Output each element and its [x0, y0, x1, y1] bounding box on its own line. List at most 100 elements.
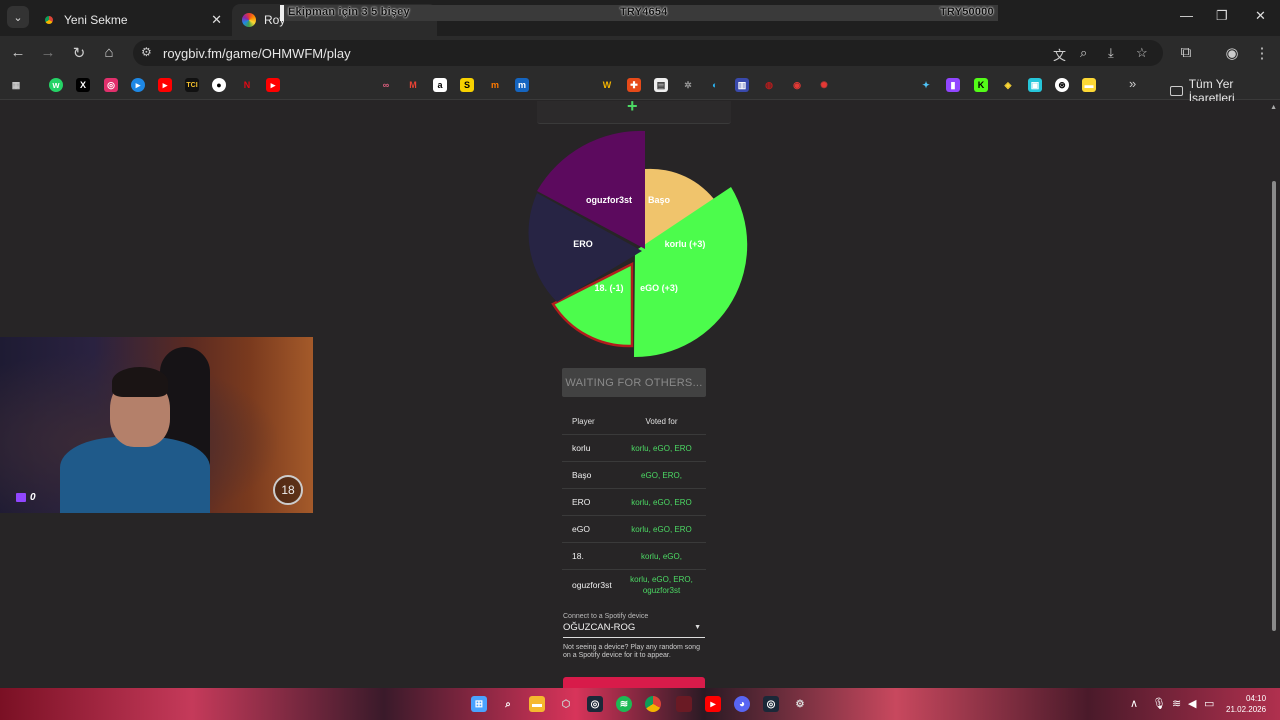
reload-icon[interactable]: ↻ — [69, 44, 89, 62]
play-icon[interactable]: ▸ — [131, 78, 145, 92]
link-icon[interactable]: ∞ — [379, 78, 393, 92]
spotify-device-panel: Connect to a Spotify device OĞUZCAN-ROG … — [563, 613, 705, 660]
header-player: Player — [572, 416, 595, 426]
age-badge: 18 — [273, 475, 303, 505]
viewer-count: 0 — [30, 492, 36, 503]
row-player: Başo — [572, 470, 592, 480]
discord-icon[interactable]: ◕ — [734, 696, 750, 712]
tray-chevron-icon[interactable]: ∧ — [1130, 697, 1138, 710]
tci-icon[interactable]: TCI — [185, 78, 199, 92]
spotify-device-select[interactable]: OĞUZCAN-ROG ▼ — [563, 622, 705, 638]
gear-icon[interactable]: ✲ — [681, 78, 695, 92]
folder-icon — [1170, 86, 1183, 96]
row-player: 18. — [572, 551, 584, 561]
m-icon[interactable]: m — [488, 78, 502, 92]
waiting-for-others-button[interactable]: WAITING FOR OTHERS... — [562, 368, 706, 397]
caret-down-icon: ▼ — [694, 624, 701, 631]
chevron-more-icon[interactable]: » — [1129, 76, 1136, 91]
youtube-icon[interactable]: ▸ — [158, 78, 172, 92]
m-blue-icon[interactable]: m — [515, 78, 529, 92]
steam-icon[interactable]: ◎ — [587, 696, 603, 712]
sparkle-icon[interactable]: ✦ — [919, 78, 933, 92]
row-player: oguzfor3st — [572, 579, 612, 590]
page-scrollbar[interactable] — [1272, 181, 1276, 631]
chrome-icon[interactable] — [645, 696, 661, 712]
twitch-icon[interactable]: ▮ — [946, 78, 960, 92]
streamer-hair — [112, 367, 168, 397]
record-icon[interactable]: ◉ — [790, 78, 804, 92]
votes-table: Player Voted for korlu korlu, eGO, ERO B… — [562, 408, 706, 599]
spotify-icon[interactable]: ≋ — [616, 696, 632, 712]
donation-message: Ekipman için 3 5 bişey — [288, 6, 410, 18]
folder-icon[interactable]: ▬ — [529, 696, 545, 712]
lol-icon[interactable]: ◈ — [1001, 78, 1015, 92]
circle-icon[interactable]: ● — [212, 78, 226, 92]
close-window-icon[interactable]: ✕ — [1255, 8, 1266, 24]
wifi-icon[interactable]: ≋ — [1172, 697, 1181, 710]
app-icon[interactable] — [676, 696, 692, 712]
tab-search-button[interactable]: ⌄ — [7, 6, 29, 28]
extensions-icon[interactable]: ⧉ — [1176, 44, 1196, 61]
profile-avatar[interactable]: ◉ — [1222, 44, 1242, 62]
scroll-up-icon[interactable]: ▲ — [1270, 104, 1277, 111]
microphone-icon[interactable]: 🎙 — [1152, 697, 1166, 710]
clock-time: 04:10 — [1246, 694, 1267, 703]
cube-icon[interactable]: ⬡ — [558, 696, 574, 712]
submit-button[interactable] — [563, 677, 705, 688]
doc-icon[interactable]: ▤ — [654, 78, 668, 92]
close-icon[interactable]: ✕ — [211, 12, 222, 28]
forward-arrow-icon[interactable]: → — [38, 44, 58, 61]
grid-app-icon[interactable]: ▣ — [1028, 78, 1042, 92]
home-icon[interactable]: ⌂ — [99, 44, 119, 61]
tab-title: Yeni Sekme — [64, 13, 128, 27]
sun-icon[interactable]: ✺ — [817, 78, 831, 92]
address-bar-row: ← → ↻ ⌂ ⚙ roygbiv.fm/game/OHMWFM/play 文 … — [0, 36, 1280, 70]
amazon-icon[interactable]: a — [433, 78, 447, 92]
bookmark-star-icon[interactable]: ☆ — [1136, 45, 1148, 61]
steam-icon[interactable]: ◎ — [763, 696, 779, 712]
zoom-icon[interactable]: ⌕ — [1080, 45, 1087, 61]
youtube-icon[interactable]: ▸ — [705, 696, 721, 712]
url-field[interactable]: ⚙ roygbiv.fm/game/OHMWFM/play 文 ⌕ ⤓ ☆ — [133, 40, 1163, 66]
windows-taskbar: ⊞ ⌕ ▬ ⬡ ◎ ≋ ▸ ◕ ◎ ⚙ ∧ 🎙 ≋ ◀ ▭ 04:10 21.0… — [0, 688, 1280, 720]
volume-icon[interactable]: ◀ — [1188, 697, 1196, 710]
w-icon[interactable]: W — [600, 78, 614, 92]
taskbar-clock[interactable]: 04:10 21.02.2026 — [1226, 693, 1266, 715]
battery-icon[interactable]: ▭ — [1204, 697, 1214, 710]
s-icon[interactable]: S — [460, 78, 474, 92]
menu-dots-icon[interactable]: ⋮ — [1252, 44, 1272, 62]
globe-icon[interactable]: ◐ — [708, 78, 722, 92]
gamepad-icon[interactable]: ◍ — [762, 78, 776, 92]
votes-table-header: Player Voted for — [562, 408, 706, 435]
pie-label: 18. (-1) — [594, 283, 623, 293]
youtube-icon[interactable]: ▸ — [266, 78, 280, 92]
instagram-icon[interactable]: ◎ — [104, 78, 118, 92]
search-icon[interactable]: ⌕ — [500, 696, 516, 712]
tab-new-tab[interactable]: Yeni Sekme ✕ — [32, 4, 232, 36]
plus-icon[interactable]: + — [627, 101, 638, 117]
gmail-icon[interactable]: M — [406, 78, 420, 92]
openai-icon[interactable]: ⊛ — [1055, 78, 1069, 92]
spotify-device-value: OĞUZCAN-ROG — [563, 622, 636, 633]
donation-amount-mid: TRY4654 — [620, 6, 668, 18]
kick-icon[interactable]: K — [974, 78, 988, 92]
url-text[interactable]: roygbiv.fm/game/OHMWFM/play — [163, 46, 351, 61]
site-settings-icon[interactable]: ⚙ — [141, 45, 152, 59]
apps-grid-icon[interactable]: ▦ — [9, 78, 23, 92]
install-icon[interactable]: ⤓ — [1108, 45, 1114, 61]
pie-label: korlu (+3) — [665, 239, 706, 249]
windows-start-icon[interactable]: ⊞ — [471, 696, 487, 712]
settings-icon[interactable]: ⚙ — [792, 696, 808, 712]
chrome-icon — [42, 13, 56, 27]
restore-icon[interactable]: ❐ — [1216, 8, 1228, 24]
whatsapp-icon[interactable]: w — [49, 78, 63, 92]
shield-icon[interactable]: ✚ — [627, 78, 641, 92]
note-icon[interactable]: ▬ — [1082, 78, 1096, 92]
calendar-icon[interactable]: ▥ — [735, 78, 749, 92]
translate-icon[interactable]: 文 — [1053, 45, 1066, 64]
x-icon[interactable]: X — [76, 78, 90, 92]
back-arrow-icon[interactable]: ← — [8, 44, 28, 61]
pie-label: oguzfor3st — [586, 195, 632, 205]
netflix-icon[interactable]: N — [240, 78, 254, 92]
minimize-icon[interactable]: — — [1180, 8, 1193, 23]
